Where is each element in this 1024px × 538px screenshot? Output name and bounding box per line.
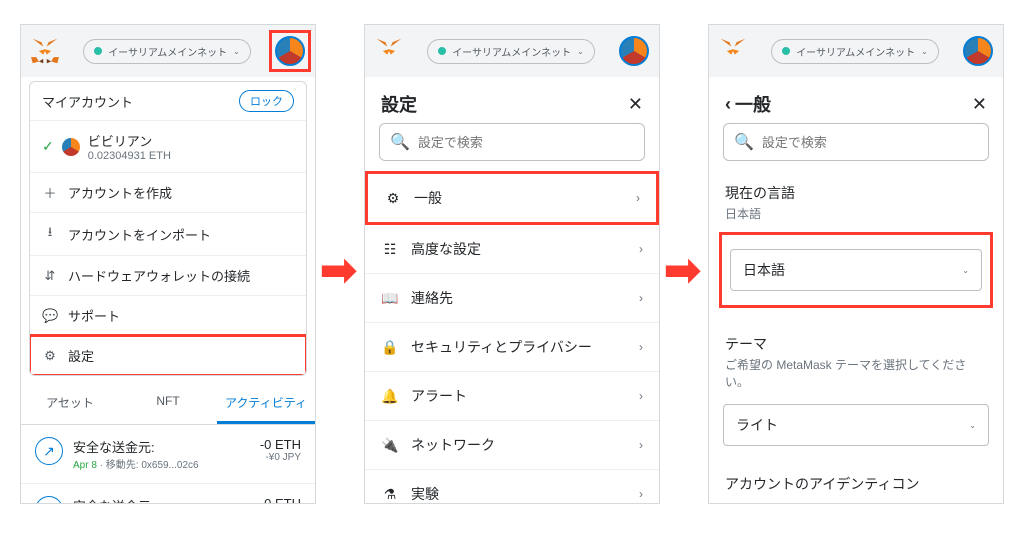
chevron-down-icon: ⌄	[962, 266, 969, 275]
search-input[interactable]: 🔍	[379, 123, 645, 161]
settings-item-advanced[interactable]: ☷高度な設定 ›	[365, 225, 659, 274]
chevron-right-icon: ›	[639, 438, 643, 452]
account-avatar[interactable]	[619, 36, 649, 66]
close-icon[interactable]: ✕	[972, 94, 987, 115]
language-select[interactable]: 日本語 ⌄	[730, 249, 982, 291]
settings-item-security[interactable]: 🔒セキュリティとプライバシー ›	[365, 323, 659, 372]
gear-icon: ⚙	[42, 348, 58, 364]
arrow-icon: ➡	[320, 245, 357, 296]
arrow-icon: ➡	[664, 245, 701, 296]
back-icon[interactable]: ‹	[725, 94, 731, 115]
chevron-down-icon: ⌄	[921, 47, 928, 56]
settings-item-alerts[interactable]: 🔔アラート ›	[365, 372, 659, 421]
language-hint: 日本語	[725, 205, 987, 222]
lock-button[interactable]: ロック	[239, 90, 294, 112]
transaction-row[interactable]: ↗ 安全な送金元: Apr 8 · 移動先: 0x659...02c6 -0 E…	[21, 425, 315, 484]
account-row[interactable]: ✓ ビビリアン 0.02304931 ETH	[30, 121, 306, 173]
chevron-right-icon: ›	[639, 242, 643, 256]
settings-item-contacts[interactable]: 📖連絡先 ›	[365, 274, 659, 323]
tab-assets[interactable]: アセット	[21, 384, 119, 424]
check-icon: ✓	[42, 138, 54, 155]
network-selector[interactable]: イーサリアムメインネット ⌄	[83, 39, 251, 64]
outgoing-icon: ↗	[35, 496, 63, 504]
account-balance: 0.02304931 ETH	[88, 150, 171, 162]
account-identicon	[62, 138, 80, 156]
page-title: 設定	[381, 91, 417, 117]
chevron-down-icon: ⌄	[577, 47, 584, 56]
theme-label: テーマ	[725, 334, 987, 354]
import-account-button[interactable]: ⭳ アカウントをインポート	[30, 213, 306, 256]
hardware-icon: ⇵	[42, 268, 58, 284]
plus-icon: ＋	[42, 183, 58, 202]
metamask-logo	[31, 37, 59, 65]
chat-icon: 💬	[42, 308, 58, 324]
network-status-dot	[782, 47, 790, 55]
bell-icon: 🔔	[381, 388, 399, 405]
my-account-heading: マイアカウント	[42, 92, 133, 111]
chevron-right-icon: ›	[639, 389, 643, 403]
chevron-right-icon: ›	[639, 487, 643, 501]
sliders-icon: ☷	[381, 241, 399, 258]
chevron-right-icon: ›	[639, 291, 643, 305]
flask-icon: ⚗	[381, 486, 399, 503]
network-status-dot	[94, 47, 102, 55]
gear-icon: ⚙	[384, 190, 402, 207]
account-avatar[interactable]	[963, 36, 993, 66]
account-avatar[interactable]	[275, 36, 305, 66]
network-selector[interactable]: イーサリアムメインネット ⌄	[771, 39, 939, 64]
chevron-down-icon: ⌄	[969, 421, 976, 430]
transaction-row[interactable]: ↗ 安全な送金元: Apr 8 · 移動先: 0x901...e9f4 -0 E…	[21, 484, 315, 504]
theme-select[interactable]: ライト ⌄	[723, 404, 989, 446]
search-icon: 🔍	[390, 132, 410, 152]
create-account-button[interactable]: ＋ アカウントを作成	[30, 173, 306, 213]
network-selector[interactable]: イーサリアムメインネット ⌄	[427, 39, 595, 64]
search-input[interactable]: 🔍	[723, 123, 989, 161]
tab-nft[interactable]: NFT	[119, 384, 217, 424]
settings-item-experimental[interactable]: ⚗実験 ›	[365, 470, 659, 504]
close-icon[interactable]: ✕	[628, 94, 643, 115]
network-name: イーサリアムメインネット	[108, 44, 227, 59]
connect-hardware-button[interactable]: ⇵ ハードウェアウォレットの接続	[30, 256, 306, 296]
chevron-right-icon: ›	[639, 340, 643, 354]
download-icon: ⭳	[42, 223, 58, 245]
account-name: ビビリアン	[88, 131, 171, 150]
theme-hint: ご希望の MetaMask テーマを選択してください。	[725, 356, 987, 390]
book-icon: 📖	[381, 290, 399, 307]
network-status-dot	[438, 47, 446, 55]
language-label: 現在の言語	[725, 183, 987, 203]
outgoing-icon: ↗	[35, 437, 63, 465]
metamask-logo	[719, 37, 747, 65]
chevron-down-icon: ⌄	[233, 47, 240, 56]
support-button[interactable]: 💬 サポート	[30, 296, 306, 336]
identicon-label: アカウントのアイデンティコン	[725, 474, 987, 494]
lock-icon: 🔒	[381, 339, 399, 356]
search-icon: 🔍	[734, 132, 754, 152]
plug-icon: 🔌	[381, 437, 399, 454]
tab-activity[interactable]: アクティビティ	[217, 384, 315, 424]
settings-button[interactable]: ⚙ 設定	[30, 336, 306, 375]
page-title: 一般	[735, 91, 771, 117]
settings-item-general[interactable]: ⚙一般 ›	[365, 171, 659, 225]
metamask-logo	[375, 37, 403, 65]
chevron-right-icon: ›	[636, 191, 640, 205]
settings-item-networks[interactable]: 🔌ネットワーク ›	[365, 421, 659, 470]
